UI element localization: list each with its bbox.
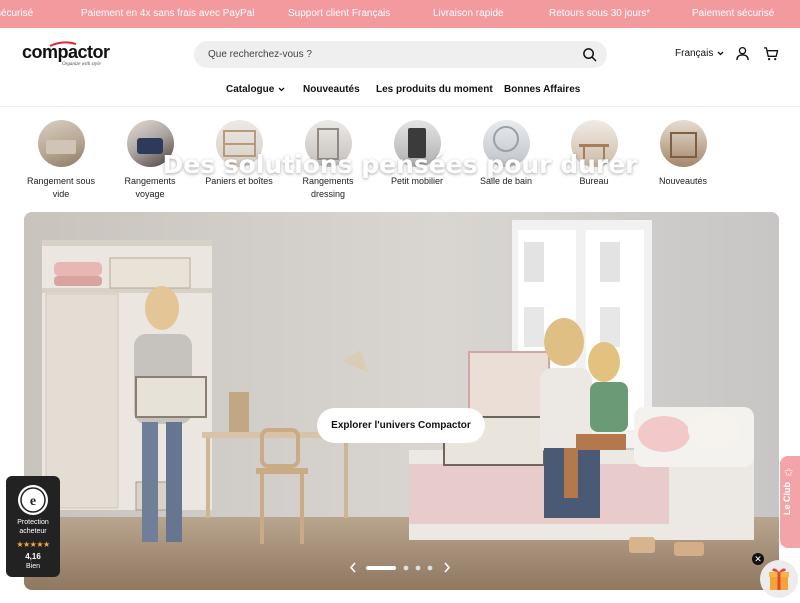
site-logo[interactable]: compactor Organize with style: [22, 41, 122, 71]
banner-message: sécurisé: [0, 8, 34, 19]
header-divider: [0, 106, 800, 107]
club-label: Le Club: [782, 482, 792, 515]
nav-label: Nouveautés: [303, 84, 360, 95]
nav-item-produits-du-moment[interactable]: Les produits du moment: [376, 84, 493, 95]
svg-text:e: e: [30, 494, 36, 509]
gift-icon: [769, 568, 789, 590]
promo-banner: sécurisé Paiement en 4x sans frais avec …: [0, 0, 800, 28]
close-icon[interactable]: ✕: [752, 553, 764, 565]
nav-item-catalogue[interactable]: Catalogue: [226, 84, 285, 95]
main-nav: Catalogue Nouveautés Les produits du mom…: [0, 84, 800, 98]
slide-pagination[interactable]: [350, 563, 450, 573]
category-label: vide: [52, 189, 70, 199]
banner-message: Livraison rapide: [433, 8, 504, 19]
search-input[interactable]: [208, 47, 568, 62]
chevron-down-icon: [278, 87, 285, 92]
trusted-shops-icon: e: [18, 485, 48, 515]
nav-item-bonnes-affaires[interactable]: Bonnes Affaires: [504, 84, 580, 95]
rating-label: Bien: [25, 563, 40, 570]
logo-text: compactor: [22, 42, 110, 62]
trust-badge[interactable]: e Protection acheteur ★★★★★ 4,16 Bien: [6, 476, 60, 577]
search-icon[interactable]: [582, 47, 597, 62]
chevron-down-icon: [717, 51, 724, 56]
banner-message: Paiement sécurisé: [692, 8, 775, 19]
rating-score: 4,16: [25, 552, 41, 561]
logo-tagline: Organize with style: [62, 62, 101, 67]
hero-image: [24, 212, 779, 590]
hero-banner: [24, 212, 779, 590]
banner-message: Retours sous 30 jours*: [549, 8, 651, 19]
banner-message: Paiement en 4x sans frais avec PayPal: [81, 8, 255, 19]
nav-label: Bonnes Affaires: [504, 84, 581, 95]
rating-stars: ★★★★★: [16, 540, 50, 549]
cart-icon[interactable]: [763, 46, 779, 61]
trust-label: Protection: [17, 519, 49, 526]
chevron-right-icon[interactable]: [443, 562, 451, 573]
nav-label: Les produits du moment: [376, 84, 493, 95]
explore-button[interactable]: Explorer l'univers Compactor: [317, 408, 485, 443]
language-label: Français: [675, 48, 714, 59]
account-icon[interactable]: [735, 46, 750, 61]
gift-widget[interactable]: [760, 560, 798, 598]
hero-title: Des solutions pensées pour durer: [162, 150, 638, 179]
banner-message: Support client Français: [288, 8, 391, 19]
language-selector[interactable]: Français: [675, 48, 724, 59]
le-club-tab[interactable]: ✩ Le Club: [780, 456, 800, 548]
category-label: dressing: [310, 189, 346, 199]
nav-label: Catalogue: [226, 84, 275, 95]
search-bar[interactable]: [194, 41, 607, 68]
category-label: voyage: [135, 189, 165, 199]
nav-item-nouveautes[interactable]: Nouveautés: [303, 84, 360, 95]
trust-label: acheteur: [19, 528, 47, 535]
star-icon: ✩: [784, 467, 794, 479]
